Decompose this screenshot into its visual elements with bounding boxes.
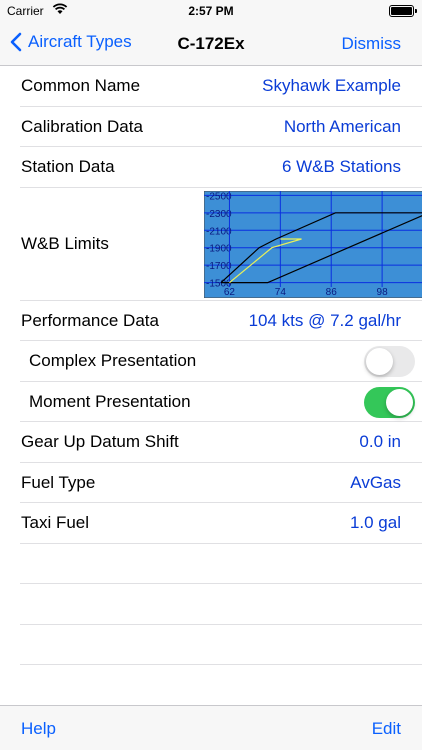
y-tick-label: -2100 xyxy=(206,226,232,237)
fuel-type-label: Fuel Type xyxy=(21,472,96,492)
dismiss-button[interactable]: Dismiss xyxy=(342,34,402,54)
taxi-fuel-label: Taxi Fuel xyxy=(21,513,90,532)
complex-presentation-label: Complex Presentation xyxy=(29,351,197,370)
fuel-type-value: AvGas xyxy=(350,472,401,492)
moment-presentation-row: Moment Presentation xyxy=(20,382,422,422)
y-tick-label: -2500 xyxy=(206,191,232,202)
performance-data-label: Performance Data xyxy=(21,310,159,330)
station-data-label: Station Data xyxy=(21,157,115,176)
calibration-data-row[interactable]: Calibration Data North American xyxy=(20,107,422,147)
x-tick-label: 74 xyxy=(275,287,287,298)
station-data-value: 6 W&B Stations xyxy=(281,157,401,176)
y-tick-label: -1700 xyxy=(206,261,232,272)
calibration-data-value: North American xyxy=(283,116,401,136)
complex-presentation-toggle[interactable] xyxy=(364,346,415,377)
moment-presentation-label: Moment Presentation xyxy=(29,391,191,411)
gear-up-datum-shift-value: 0.0 in xyxy=(359,432,401,451)
empty-row xyxy=(20,625,422,665)
empty-row xyxy=(20,584,422,625)
gear-up-datum-shift-label: Gear Up Datum Shift xyxy=(21,432,179,451)
performance-data-row[interactable]: Performance Data 104 kts @ 7.2 gal/hr xyxy=(20,301,422,341)
back-button-label: Aircraft Types xyxy=(28,32,132,51)
taxi-fuel-value: 1.0 gal xyxy=(349,513,401,532)
empty-row xyxy=(20,665,422,706)
x-tick-label: 98 xyxy=(377,287,389,298)
y-tick-label: -2300 xyxy=(206,208,232,219)
battery-icon xyxy=(389,5,417,17)
back-button[interactable]: Aircraft Types xyxy=(10,32,132,52)
wb-limits-label: W&B Limits xyxy=(21,233,109,253)
navigation-bar: Aircraft Types C-172Ex Dismiss xyxy=(0,22,422,66)
bottom-toolbar: Help Edit xyxy=(0,705,422,750)
station-data-row[interactable]: Station Data 6 W&B Stations xyxy=(20,147,422,188)
toggle-knob xyxy=(366,348,393,375)
performance-data-value: 104 kts @ 7.2 gal/hr xyxy=(248,310,401,330)
x-tick-label: 62 xyxy=(224,287,236,298)
complex-presentation-row: Complex Presentation xyxy=(20,341,422,382)
x-tick-label: 86 xyxy=(326,287,338,298)
help-button[interactable]: Help xyxy=(21,719,56,739)
empty-row xyxy=(20,544,422,584)
moment-presentation-toggle[interactable] xyxy=(364,386,415,418)
wb-limits-chart: -2500-2300-2100-1900-1700-15006274869811 xyxy=(204,190,422,298)
common-name-label: Common Name xyxy=(21,76,141,95)
clock: 2:57 PM xyxy=(188,4,234,18)
toggle-knob xyxy=(386,388,413,416)
chart-background xyxy=(204,190,422,298)
common-name-value: Skyhawk Example xyxy=(262,76,401,95)
taxi-fuel-row[interactable]: Taxi Fuel 1.0 gal xyxy=(20,503,422,544)
aircraft-settings-table: Common Name Skyhawk Example Calibration … xyxy=(0,66,422,706)
y-tick-label: -1900 xyxy=(206,243,232,254)
edit-button[interactable]: Edit xyxy=(372,719,401,739)
calibration-data-label: Calibration Data xyxy=(21,116,143,136)
status-bar: Carrier 2:57 PM xyxy=(0,0,422,22)
fuel-type-row[interactable]: Fuel Type AvGas xyxy=(20,463,422,503)
common-name-row[interactable]: Common Name Skyhawk Example xyxy=(20,66,422,107)
chevron-left-icon xyxy=(10,32,22,52)
gear-up-datum-shift-row[interactable]: Gear Up Datum Shift 0.0 in xyxy=(20,422,422,463)
wb-limits-row[interactable]: W&B Limits -2500 -2300 -2100 -1900 -1700 -150… xyxy=(20,188,422,301)
